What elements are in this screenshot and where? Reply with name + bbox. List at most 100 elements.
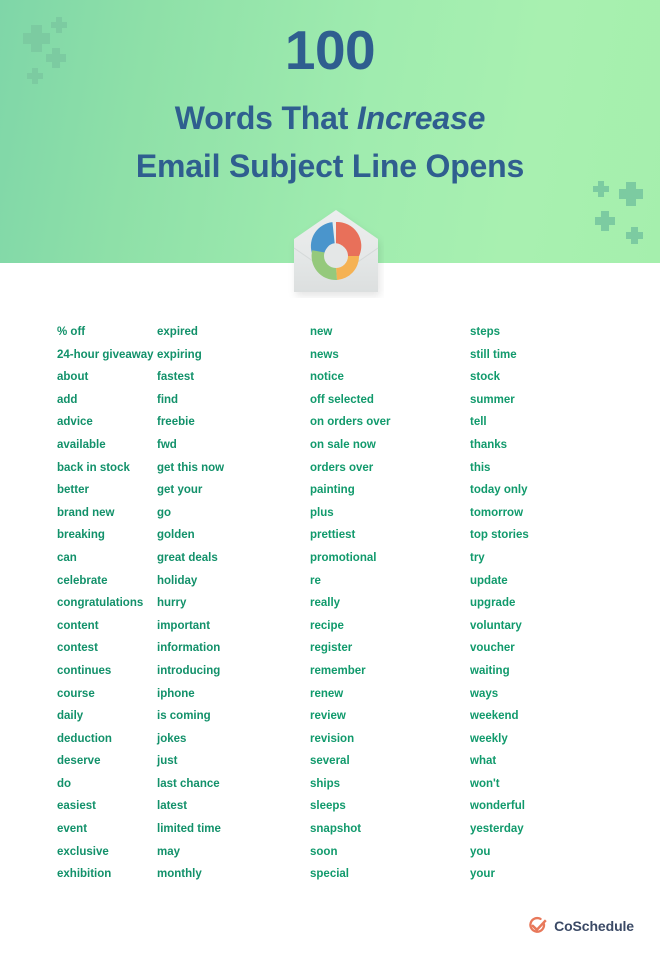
word-item: special xyxy=(310,868,349,881)
word-item: thanks xyxy=(470,438,508,451)
page-title-count: 100 xyxy=(284,19,376,81)
word-item: soon xyxy=(310,845,338,858)
word-item: stock xyxy=(470,371,501,384)
word-item: ways xyxy=(470,687,499,700)
word-item: content xyxy=(57,619,99,632)
donut-center-hole xyxy=(324,244,348,268)
word-item: revision xyxy=(310,732,355,745)
word-item: new xyxy=(310,326,333,338)
word-item: on orders over xyxy=(310,416,391,429)
word-item: review xyxy=(310,710,346,723)
word-column-2: expired expiring fastest find freebie fwd get … xyxy=(155,321,305,903)
word-item: get your xyxy=(157,484,203,497)
word-item: easiest xyxy=(57,800,97,813)
word-list-grid: % off 24-hour giveaway about add advice avail… xyxy=(0,263,660,903)
envelope-donut-chart-icon xyxy=(288,206,384,298)
word-column-1: % off 24-hour giveaway about add advice avail… xyxy=(0,321,155,903)
word-item: expiring xyxy=(157,348,202,361)
word-item: jokes xyxy=(157,732,187,745)
word-item: deduction xyxy=(57,732,112,745)
word-column-3: new news notice off selected on orders over o… xyxy=(305,321,460,903)
headline-text-normal: Words That xyxy=(174,100,357,136)
word-item: event xyxy=(57,823,88,836)
word-item: holiday xyxy=(157,574,198,587)
word-item: plus xyxy=(310,506,334,519)
coschedule-check-circle-icon xyxy=(529,916,547,933)
word-item: % off xyxy=(57,326,86,338)
word-item: monthly xyxy=(157,868,202,881)
word-item: hurry xyxy=(157,597,187,610)
word-item: great deals xyxy=(157,551,218,564)
word-item: freebie xyxy=(157,416,195,429)
word-item: still time xyxy=(470,348,517,361)
page-title-line-2: Email Subject Line Opens xyxy=(135,148,525,184)
word-item: back in stock xyxy=(57,461,130,474)
word-item: celebrate xyxy=(57,574,108,587)
word-item: deserve xyxy=(57,755,101,768)
word-item: update xyxy=(470,574,508,587)
word-item: snapshot xyxy=(310,823,362,836)
page-title-line-1: Words That Increase xyxy=(0,98,660,138)
word-item: course xyxy=(57,687,95,700)
word-item: prettiest xyxy=(310,529,356,542)
word-item: do xyxy=(57,777,72,790)
word-item: weekly xyxy=(470,732,508,745)
word-item: advice xyxy=(57,416,93,429)
coschedule-logo[interactable]: CoSchedule xyxy=(528,916,634,935)
word-item: recipe xyxy=(310,619,344,632)
word-item: information xyxy=(157,642,221,655)
word-item: summer xyxy=(470,393,515,406)
word-item: expired xyxy=(157,326,198,338)
word-item: 24-hour giveaway xyxy=(57,348,154,361)
headline-text-emphasis: Increase xyxy=(356,100,486,136)
word-item: tomorrow xyxy=(470,506,524,519)
word-item: contest xyxy=(57,642,98,655)
word-item: iphone xyxy=(157,687,195,700)
word-item: try xyxy=(470,551,485,564)
word-column-4: steps still time stock summer tell thanks this… xyxy=(460,321,660,903)
word-item: available xyxy=(57,438,106,451)
word-item: ships xyxy=(310,777,341,790)
word-item: exhibition xyxy=(57,868,112,881)
word-item: continues xyxy=(57,664,112,677)
coschedule-logo-text: CoSchedule xyxy=(554,917,634,934)
word-item: orders over xyxy=(310,461,374,474)
word-item: news xyxy=(310,348,339,361)
word-item: is coming xyxy=(157,710,211,723)
word-item: what xyxy=(470,755,497,768)
word-item: off selected xyxy=(310,393,374,406)
word-item: several xyxy=(310,755,350,768)
word-item: you xyxy=(470,845,491,858)
word-item: can xyxy=(57,551,77,564)
word-item: upgrade xyxy=(470,597,516,610)
word-item: find xyxy=(157,393,179,406)
word-item: limited time xyxy=(157,823,221,836)
plus-shape-right-3 xyxy=(595,211,615,231)
word-item: painting xyxy=(310,484,355,497)
word-item: congratulations xyxy=(57,597,144,610)
word-item: voluntary xyxy=(470,619,522,632)
word-item: your xyxy=(470,868,495,881)
word-item: better xyxy=(57,484,89,497)
word-item: notice xyxy=(310,371,344,384)
word-item: steps xyxy=(470,326,501,338)
word-item: really xyxy=(310,597,341,610)
word-item: top stories xyxy=(470,529,529,542)
word-item: waiting xyxy=(470,664,510,677)
footer: CoSchedule xyxy=(0,902,660,960)
plus-group-right xyxy=(593,181,643,244)
word-item: just xyxy=(157,755,178,768)
word-item: tell xyxy=(470,416,487,429)
word-item: sleeps xyxy=(310,800,346,813)
word-item: on sale now xyxy=(310,438,376,451)
word-item: exclusive xyxy=(57,845,109,858)
word-item: promotional xyxy=(310,551,377,564)
word-item: wonderful xyxy=(470,800,525,813)
word-item: renew xyxy=(310,687,344,700)
word-item: introducing xyxy=(157,664,221,677)
word-item: may xyxy=(157,845,181,858)
word-item: re xyxy=(310,574,321,587)
plus-shape-right-4 xyxy=(626,227,643,244)
word-item: add xyxy=(57,393,78,406)
word-item: go xyxy=(157,506,172,519)
